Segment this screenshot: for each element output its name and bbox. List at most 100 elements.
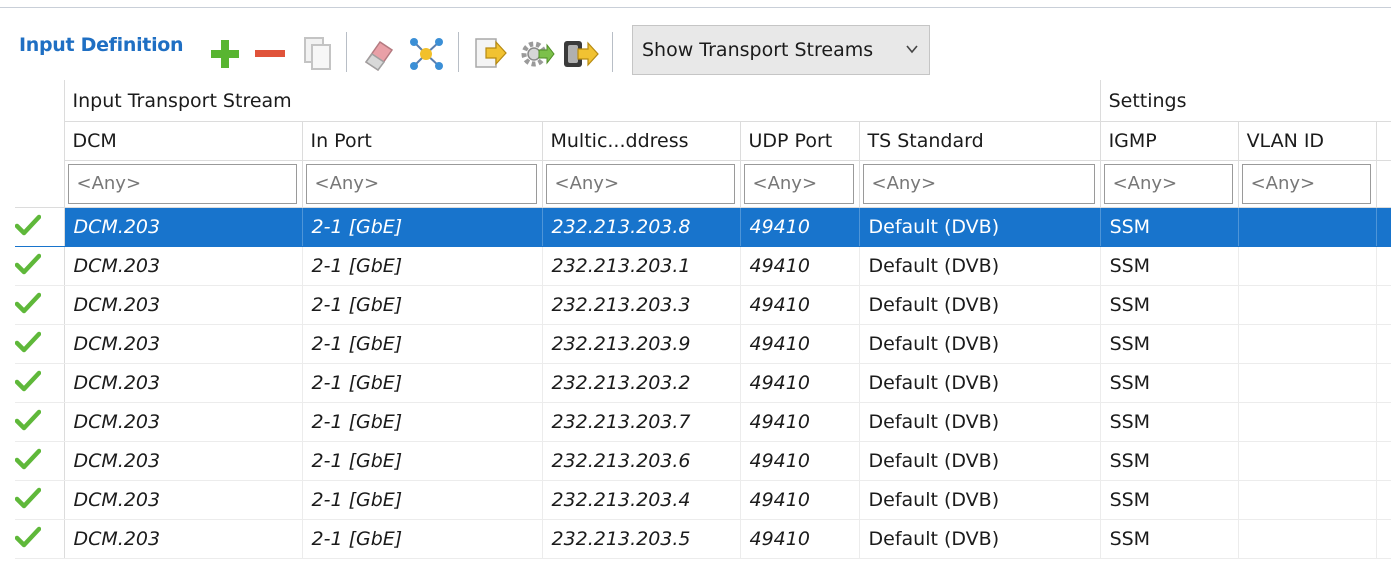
cell-igmp: SSM — [1100, 207, 1239, 247]
column-header-udp-port[interactable]: UDP Port — [740, 121, 860, 161]
toolbar-separator — [346, 32, 347, 72]
status-cell — [15, 363, 65, 403]
cell-mcast: 232.213.203.3 — [542, 285, 741, 325]
cell-vlan — [1238, 285, 1377, 325]
check-icon — [15, 526, 42, 547]
cell-vlan — [1238, 402, 1377, 442]
cell-igmp: SSM — [1100, 285, 1239, 325]
cell-mcast: 232.213.203.8 — [542, 207, 741, 247]
cell-udp: 49410 — [740, 363, 860, 403]
column-header-vlan-id[interactable]: VLAN ID — [1238, 121, 1377, 161]
filter-input-ts-standard[interactable]: <Any> — [862, 164, 1095, 204]
cell-igmp: SSM — [1100, 402, 1239, 442]
check-icon — [15, 214, 42, 235]
cell-port: 2-1 [GbE] — [302, 402, 543, 442]
cell-udp: 49410 — [740, 285, 860, 325]
table-row[interactable]: DCM.203 2-1 [GbE] 232.213.203.7 49410 Defaul… — [15, 402, 1391, 442]
cell-dcm: DCM.203 — [64, 363, 303, 403]
filter-input-igmp[interactable]: <Any> — [1103, 164, 1233, 204]
group-header-input-transport-stream: Input Transport Stream — [64, 80, 1101, 122]
cell-spacer — [1376, 363, 1391, 403]
column-header-igmp[interactable]: IGMP — [1100, 121, 1239, 161]
filter-input-vlan-id[interactable]: <Any> — [1241, 164, 1371, 204]
cell-spacer — [1376, 519, 1391, 559]
status-cell — [15, 519, 65, 559]
filter-input-multicast-address[interactable]: <Any> — [545, 164, 735, 204]
eraser-icon[interactable] — [360, 36, 396, 72]
cell-port: 2-1 [GbE] — [302, 324, 543, 364]
column-header-in-port[interactable]: In Port — [302, 121, 543, 161]
cell-udp: 49410 — [740, 246, 860, 286]
settings-gear-icon[interactable] — [517, 35, 555, 73]
cell-ts: Default (DVB) — [859, 402, 1101, 442]
cell-dcm: DCM.203 — [64, 519, 303, 559]
cell-mcast: 232.213.203.5 — [542, 519, 741, 559]
filter-input-udp-port[interactable]: <Any> — [743, 164, 854, 204]
cell-udp: 49410 — [740, 519, 860, 559]
cell-ts: Default (DVB) — [859, 519, 1101, 559]
table-row[interactable]: DCM.203 2-1 [GbE] 232.213.203.8 49410 Defaul… — [15, 207, 1391, 247]
filter-input-dcm[interactable]: <Any> — [67, 164, 297, 204]
check-icon — [15, 253, 42, 274]
status-column-header — [15, 80, 65, 208]
cell-ts: Default (DVB) — [859, 480, 1101, 520]
table-row[interactable]: DCM.203 2-1 [GbE] 232.213.203.4 49410 Defaul… — [15, 480, 1391, 520]
cell-mcast: 232.213.203.1 — [542, 246, 741, 286]
cell-mcast: 232.213.203.7 — [542, 402, 741, 442]
cell-ts: Default (DVB) — [859, 441, 1101, 481]
cell-igmp: SSM — [1100, 324, 1239, 364]
cell-vlan — [1238, 480, 1377, 520]
cell-udp: 49410 — [740, 207, 860, 247]
table-row[interactable]: DCM.203 2-1 [GbE] 232.213.203.5 49410 Defaul… — [15, 519, 1391, 559]
cell-dcm: DCM.203 — [64, 207, 303, 247]
cell-spacer — [1376, 402, 1391, 442]
network-icon[interactable] — [406, 34, 446, 74]
cell-mcast: 232.213.203.9 — [542, 324, 741, 364]
filter-cell-spacer — [1376, 160, 1391, 208]
table-row[interactable]: DCM.203 2-1 [GbE] 232.213.203.3 49410 Defaul… — [15, 285, 1391, 325]
cell-dcm: DCM.203 — [64, 246, 303, 286]
filter-cell-ts-standard: <Any> — [859, 160, 1101, 208]
view-mode-dropdown[interactable]: Show Transport Streams — [632, 25, 930, 75]
filter-input-in-port[interactable]: <Any> — [305, 164, 537, 204]
status-cell — [15, 324, 65, 364]
table-row[interactable]: DCM.203 2-1 [GbE] 232.213.203.2 49410 Defaul… — [15, 363, 1391, 403]
status-cell — [15, 402, 65, 442]
cell-spacer — [1376, 324, 1391, 364]
check-icon — [15, 448, 42, 469]
column-header-ts-standard[interactable]: TS Standard — [859, 121, 1101, 161]
cell-vlan — [1238, 207, 1377, 247]
status-cell — [15, 207, 65, 247]
column-header-dcm[interactable]: DCM — [64, 121, 303, 161]
remove-icon[interactable] — [253, 37, 287, 71]
export-icon[interactable] — [560, 35, 600, 73]
cell-vlan — [1238, 324, 1377, 364]
table-row[interactable]: DCM.203 2-1 [GbE] 232.213.203.6 49410 Defaul… — [15, 441, 1391, 481]
status-cell — [15, 441, 65, 481]
add-icon[interactable] — [208, 37, 242, 71]
check-icon — [15, 331, 42, 352]
cell-dcm: DCM.203 — [64, 324, 303, 364]
cell-udp: 49410 — [740, 441, 860, 481]
cell-igmp: SSM — [1100, 519, 1239, 559]
table-row[interactable]: DCM.203 2-1 [GbE] 232.213.203.1 49410 Defaul… — [15, 246, 1391, 286]
column-header-multicast-address[interactable]: Multic...ddress — [542, 121, 741, 161]
cell-vlan — [1238, 519, 1377, 559]
cell-mcast: 232.213.203.2 — [542, 363, 741, 403]
cell-dcm: DCM.203 — [64, 441, 303, 481]
filter-cell-udp-port: <Any> — [740, 160, 860, 208]
transport-stream-table: Input Transport Stream Settings DCM In P… — [15, 80, 1391, 559]
chevron-down-icon — [906, 45, 918, 54]
table-row[interactable]: DCM.203 2-1 [GbE] 232.213.203.9 49410 Defaul… — [15, 324, 1391, 364]
filter-cell-dcm: <Any> — [64, 160, 303, 208]
filter-cell-igmp: <Any> — [1100, 160, 1239, 208]
cell-udp: 49410 — [740, 480, 860, 520]
toolbar-separator — [612, 32, 613, 72]
cell-spacer — [1376, 207, 1391, 247]
cell-port: 2-1 [GbE] — [302, 441, 543, 481]
copy-icon[interactable] — [301, 34, 333, 72]
cell-ts: Default (DVB) — [859, 285, 1101, 325]
cell-dcm: DCM.203 — [64, 285, 303, 325]
check-icon — [15, 409, 42, 430]
import-icon[interactable] — [472, 35, 508, 73]
